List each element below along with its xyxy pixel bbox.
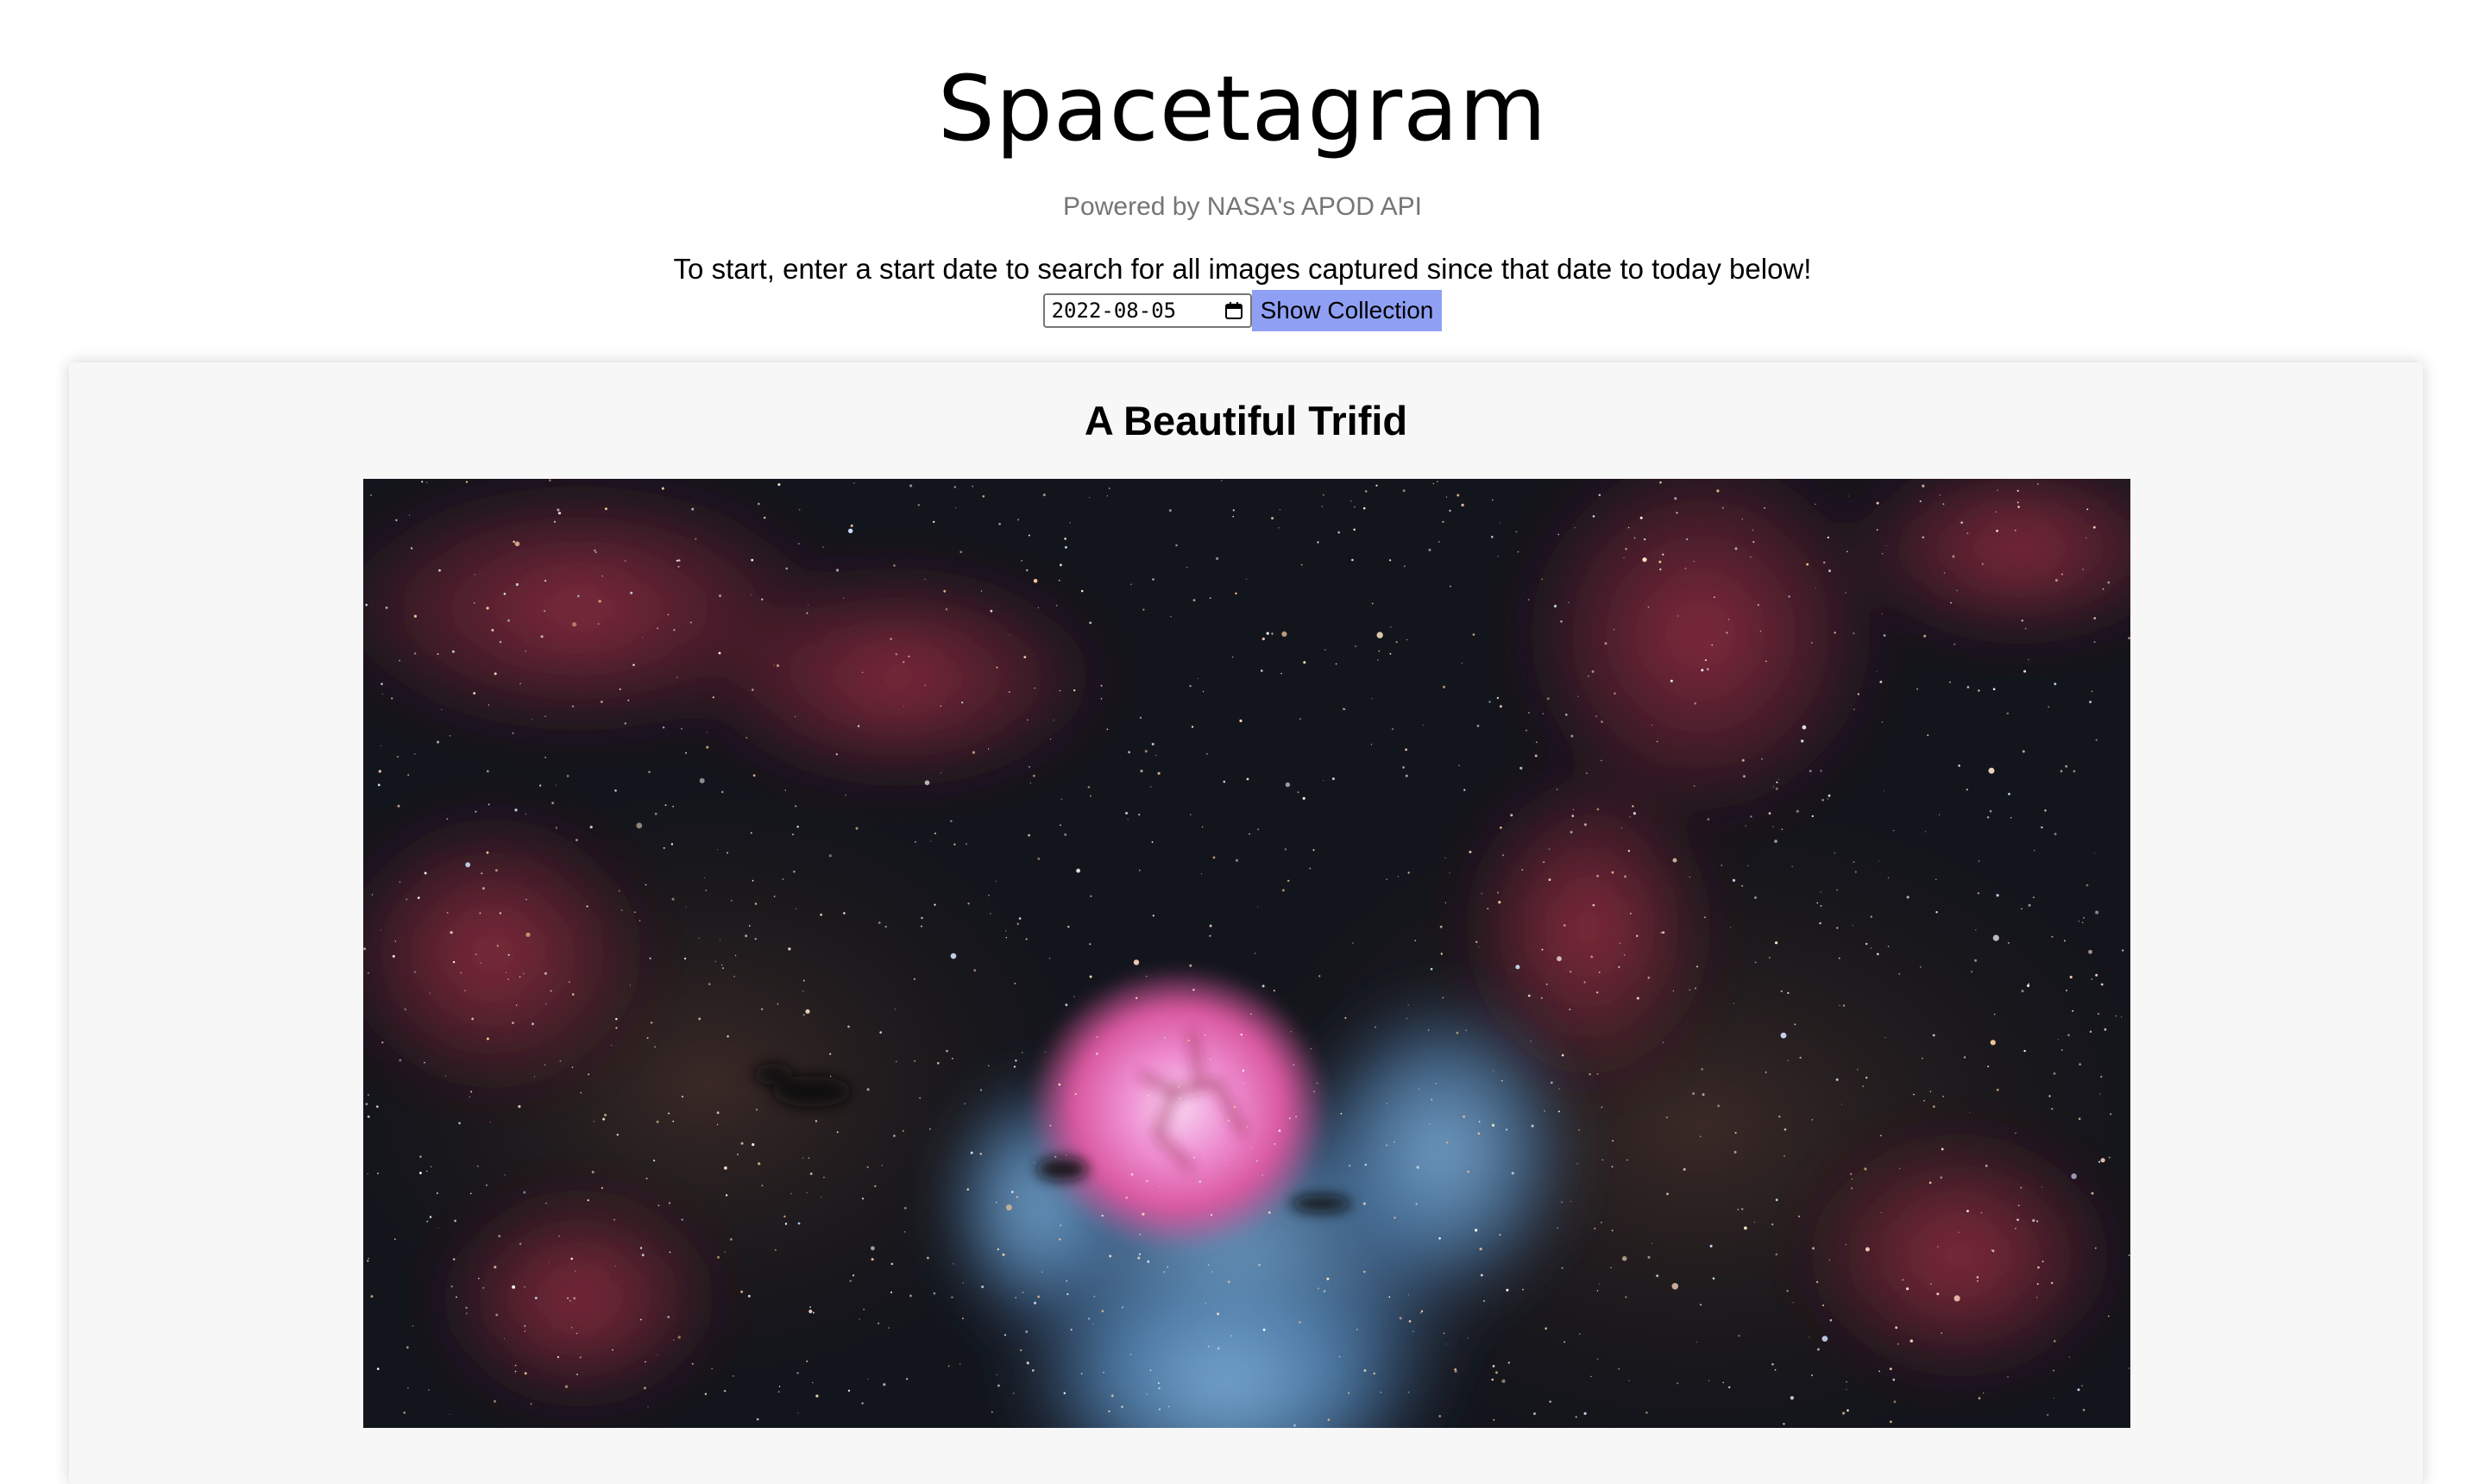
trifid-nebula-image [363,479,2130,1428]
start-date-value: 2022-08-05 [1051,299,1177,323]
app-title: Spacetagram [937,56,1548,161]
search-controls: 2022-08-05 Show Collection [0,290,2485,331]
post-title: A Beautiful Trifid [1084,398,1408,443]
start-date-input[interactable]: 2022-08-05 [1042,293,1252,328]
show-collection-button[interactable]: Show Collection [1251,290,1443,331]
page-header: Spacetagram Powered by NASA's APOD API T… [0,0,2485,331]
post-card: A Beautiful Trifid [69,362,2423,1484]
instructions-text: To start, enter a start date to search f… [673,253,1812,285]
nebula-photo [363,479,2130,1428]
subtitle: Powered by NASA's APOD API [1063,192,1422,221]
calendar-icon[interactable] [1224,301,1243,320]
